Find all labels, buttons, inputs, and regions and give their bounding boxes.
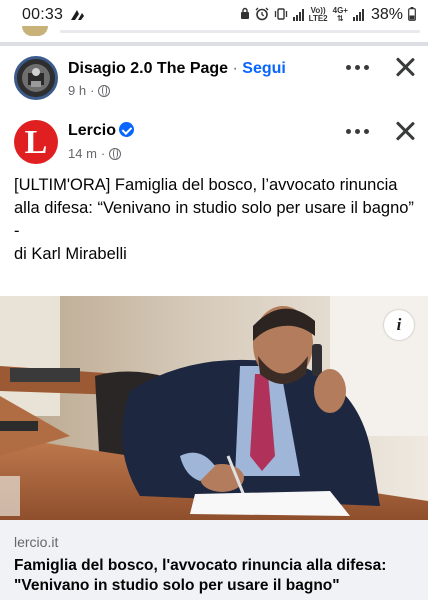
link-title[interactable]: Famiglia del bosco, l'avvocato rinuncia …: [14, 556, 424, 596]
page-name-line: Disagio 2.0 The Page · Segui: [68, 60, 286, 78]
post-meta: 9 h ·: [68, 83, 111, 98]
post-header: L Lercio 14 m ·: [0, 114, 428, 174]
close-icon[interactable]: [394, 120, 416, 142]
post-text: [ULTIM'ORA] Famiglia del bosco, l’avvoca…: [14, 174, 418, 266]
dot-icon: [363, 64, 369, 70]
post-meta: 14 m ·: [68, 146, 122, 161]
author-name[interactable]: Lercio: [68, 122, 116, 139]
app-notification-icon: [69, 8, 85, 22]
author-avatar[interactable]: L: [14, 120, 58, 164]
alarm-icon: [255, 7, 269, 24]
volte-indicator: Vo)) LTE2: [309, 7, 328, 23]
office-photo: [0, 296, 428, 520]
follow-button[interactable]: Segui: [242, 60, 286, 77]
status-time: 00:33: [22, 6, 64, 23]
verified-badge-icon: [119, 122, 135, 137]
vibrate-icon: [274, 7, 288, 24]
avatar-letter: L: [24, 124, 48, 161]
page-avatar[interactable]: [14, 56, 58, 100]
dot-icon: [345, 128, 351, 134]
suggested-post-header: Disagio 2.0 The Page · Segui 9 h ·: [0, 50, 428, 110]
previous-content-edge: [60, 30, 420, 33]
more-options-button[interactable]: [344, 60, 370, 74]
globe-icon: [98, 84, 111, 97]
battery-icon: [408, 6, 416, 24]
globe-icon: [109, 147, 122, 160]
more-options-button[interactable]: [344, 124, 370, 138]
author-line: Lercio: [68, 122, 135, 140]
previous-avatar-fragment: [22, 26, 48, 36]
post-time[interactable]: 14 m: [68, 146, 97, 161]
article-image[interactable]: [0, 296, 428, 520]
name-separator: ·: [228, 60, 243, 77]
dot-icon: [363, 128, 369, 134]
battery-percent: 38%: [370, 6, 403, 23]
lte-label: LTE2: [308, 14, 328, 23]
status-icons: Vo)) LTE2 4G+ ⇅ 38%: [240, 6, 416, 24]
post-time[interactable]: 9 h: [68, 83, 86, 98]
page-name[interactable]: Disagio 2.0 The Page: [68, 60, 228, 77]
post-headline: [ULTIM'ORA] Famiglia del bosco, l’avvoca…: [14, 176, 414, 217]
dot-icon: [345, 64, 351, 70]
feed-divider: [0, 42, 428, 46]
link-preview-card[interactable]: lercio.it Famiglia del bosco, l'avvocato…: [0, 520, 428, 600]
lock-icon: [240, 7, 250, 23]
signal-icon: [292, 9, 304, 21]
close-icon[interactable]: [394, 56, 416, 78]
meta-dot: ·: [100, 146, 106, 161]
meta-dot: ·: [90, 83, 95, 98]
info-button[interactable]: i: [384, 310, 414, 340]
post-byline: di Karl Mirabelli: [14, 245, 127, 263]
network-type-indicator: 4G+ ⇅: [333, 7, 348, 23]
post-separator: -: [14, 222, 20, 240]
status-bar: 00:33 Vo)) LTE2 4G+ ⇅ 38%: [0, 0, 428, 30]
dot-icon: [354, 128, 360, 134]
info-icon: i: [396, 315, 402, 334]
link-domain: lercio.it: [14, 534, 59, 550]
data-arrows-icon: ⇅: [336, 14, 344, 23]
dot-icon: [354, 64, 360, 70]
signal-2-icon: [352, 9, 364, 21]
previous-post-edge: [0, 26, 428, 40]
